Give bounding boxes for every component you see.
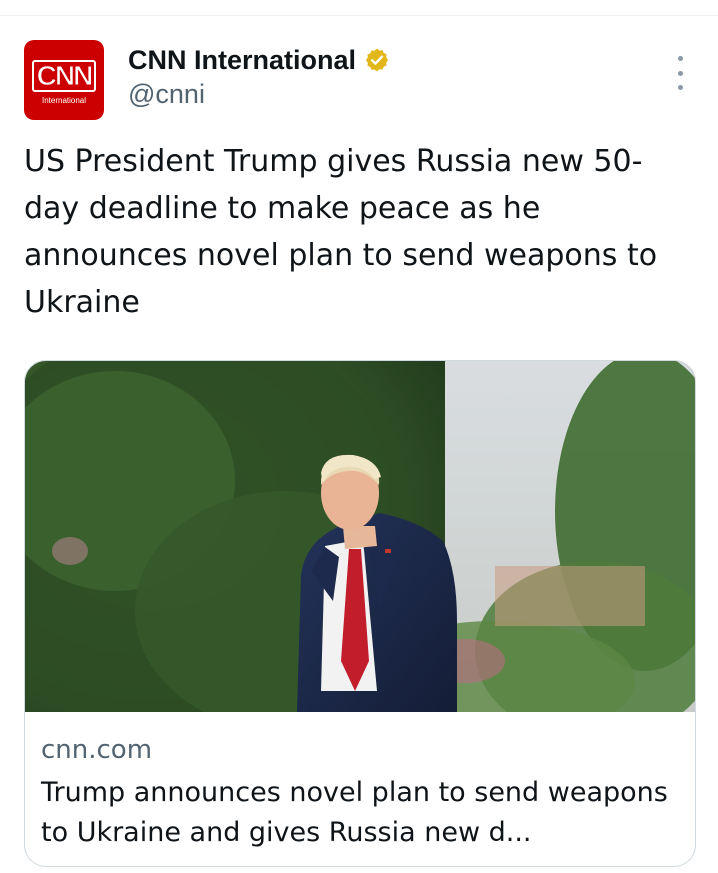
card-domain[interactable]: cnn.com bbox=[41, 733, 152, 767]
avatar[interactable]: CNN International bbox=[24, 40, 104, 120]
more-vertical-icon-dot bbox=[677, 70, 683, 76]
more-vertical-icon bbox=[677, 56, 683, 61]
handle[interactable]: @cnni bbox=[128, 76, 390, 112]
card-image[interactable] bbox=[25, 361, 695, 712]
more-options-button[interactable] bbox=[664, 56, 696, 90]
display-name-row: CNN International bbox=[128, 42, 390, 78]
top-divider bbox=[0, 15, 718, 16]
link-card[interactable]: cnn.com Trump announces novel plan to se… bbox=[24, 360, 696, 867]
cnn-logo-text: CNN bbox=[31, 60, 97, 92]
tweet-text: US President Trump gives Russia new 50-d… bbox=[24, 144, 658, 320]
cnn-logo-subtext: International bbox=[41, 96, 87, 105]
verified-badge-icon[interactable] bbox=[364, 47, 390, 73]
tweet-header: CNN International @cnni bbox=[128, 42, 390, 112]
display-name[interactable]: CNN International bbox=[128, 42, 356, 78]
card-title[interactable]: Trump announces novel plan to send weapo… bbox=[41, 773, 681, 853]
more-vertical-icon-dot bbox=[677, 85, 683, 90]
